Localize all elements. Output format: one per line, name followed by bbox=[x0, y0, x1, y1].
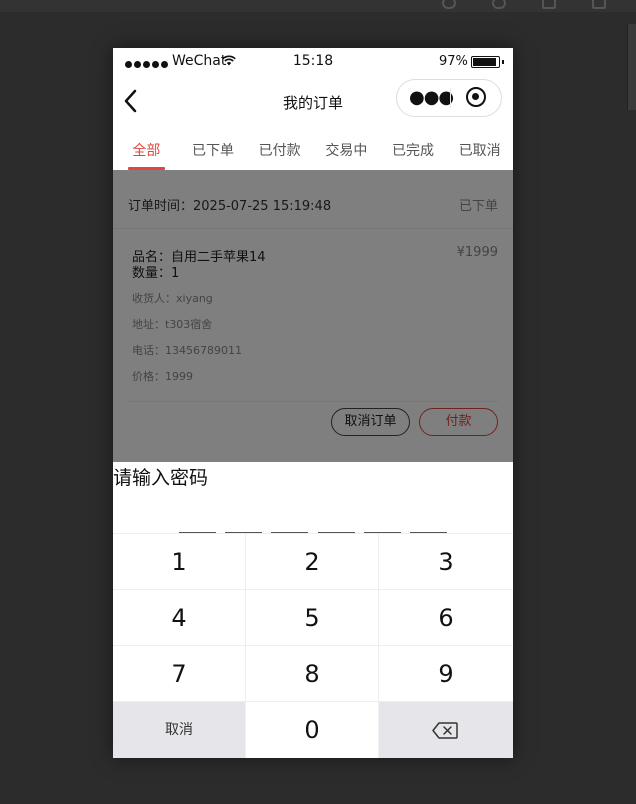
order-card: 订单时间：2025-07-25 15:19:48 已下单 品名：自用二手苹果14… bbox=[113, 170, 513, 462]
miniprogram-capsule: ●●● bbox=[396, 79, 502, 117]
key-6[interactable]: 6 bbox=[379, 589, 513, 645]
capsule-divider bbox=[450, 88, 451, 108]
more-dots-icon[interactable]: ●●● bbox=[409, 89, 454, 107]
numeric-keypad: 1 2 3 4 5 6 7 8 9 取消 0 bbox=[113, 533, 513, 758]
key-2[interactable]: 2 bbox=[246, 533, 379, 589]
phone: 电话：13456789011 bbox=[132, 344, 242, 357]
key-8[interactable]: 8 bbox=[246, 645, 379, 701]
tab-cancelled[interactable]: 已取消 bbox=[446, 126, 513, 170]
toolbar-icon[interactable] bbox=[492, 0, 506, 9]
key-4[interactable]: 4 bbox=[113, 589, 246, 645]
phone-simulator: WeChat 15:18 97% 我的订单 ●●● 全部 已下单 已付款 交易中… bbox=[113, 48, 513, 758]
key-3[interactable]: 3 bbox=[379, 533, 513, 589]
devtools-top-strip bbox=[0, 0, 636, 12]
toolbar-icon[interactable] bbox=[592, 0, 606, 9]
order-status: 已下单 bbox=[458, 199, 498, 214]
backspace-button[interactable] bbox=[379, 701, 513, 758]
address: 地址：t303宿舍 bbox=[132, 318, 213, 331]
password-sheet: 请输入密码 1 2 3 4 5 6 7 8 9 取消 0 bbox=[113, 462, 513, 758]
battery-icon bbox=[471, 56, 504, 68]
receiver: 收货人：xiyang bbox=[132, 292, 213, 305]
order-header: 订单时间：2025-07-25 15:19:48 已下单 bbox=[113, 170, 513, 229]
backspace-icon bbox=[432, 722, 458, 739]
key-5[interactable]: 5 bbox=[246, 589, 379, 645]
password-title: 请输入密码 bbox=[113, 467, 209, 489]
pin-digit-slot bbox=[410, 518, 447, 533]
status-bar: WeChat 15:18 97% bbox=[113, 48, 513, 76]
pin-digit-slot bbox=[318, 518, 355, 533]
key-1[interactable]: 1 bbox=[113, 533, 246, 589]
pin-digit-slot bbox=[271, 518, 308, 533]
close-miniprogram-icon[interactable] bbox=[466, 87, 486, 107]
tab-trading[interactable]: 交易中 bbox=[313, 126, 380, 170]
navigation-bar: 我的订单 ●●● bbox=[113, 76, 513, 126]
side-panel-handle[interactable] bbox=[627, 24, 636, 110]
keypad-cancel-button[interactable]: 取消 bbox=[113, 701, 246, 758]
order-time: 订单时间：2025-07-25 15:19:48 bbox=[128, 199, 332, 214]
product-price: ¥1999 bbox=[456, 245, 498, 260]
divider bbox=[128, 401, 498, 402]
amount: 价格：1999 bbox=[132, 370, 193, 383]
key-9[interactable]: 9 bbox=[379, 645, 513, 701]
key-0[interactable]: 0 bbox=[246, 701, 379, 758]
key-7[interactable]: 7 bbox=[113, 645, 246, 701]
pin-digit-slot bbox=[364, 518, 401, 533]
tab-completed[interactable]: 已完成 bbox=[380, 126, 447, 170]
toolbar-icon[interactable] bbox=[442, 0, 456, 9]
tab-ordered[interactable]: 已下单 bbox=[180, 126, 247, 170]
order-status-tabs: 全部 已下单 已付款 交易中 已完成 已取消 bbox=[113, 126, 513, 170]
toolbar-icon[interactable] bbox=[542, 0, 556, 9]
pin-digit-slot bbox=[179, 518, 216, 533]
cancel-order-button[interactable]: 取消订单 bbox=[331, 408, 410, 436]
pin-digit-slot bbox=[225, 518, 262, 533]
battery-percent: 97% bbox=[439, 54, 468, 69]
tab-paid[interactable]: 已付款 bbox=[246, 126, 313, 170]
pay-button[interactable]: 付款 bbox=[419, 408, 498, 436]
product-quantity: 数量：1 bbox=[132, 266, 180, 281]
tab-all[interactable]: 全部 bbox=[113, 126, 180, 170]
